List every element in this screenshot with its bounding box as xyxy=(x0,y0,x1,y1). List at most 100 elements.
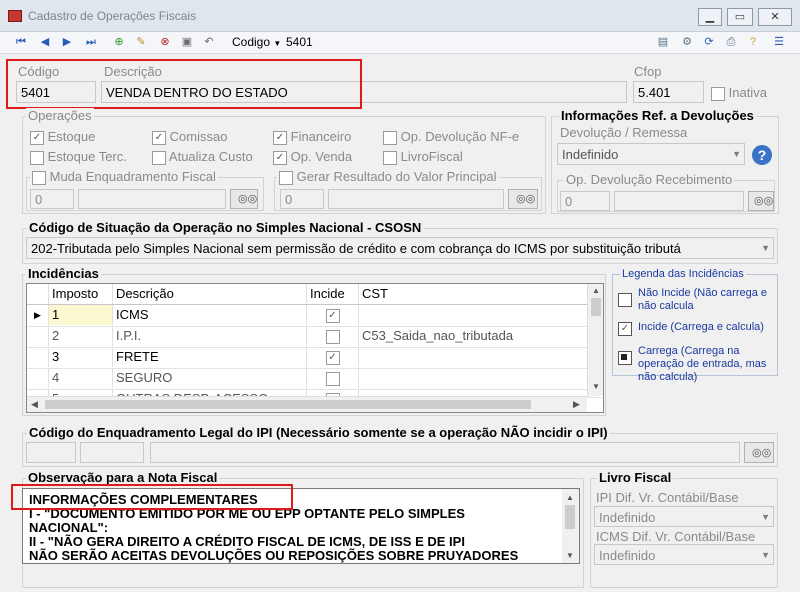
legend-nao-incide: Não Incide (Não carrega e não calcula xyxy=(638,287,768,312)
undo-icon[interactable]: ↶ xyxy=(202,35,216,49)
devolucao-remessa-combo[interactable]: Indefinido ▼ xyxy=(557,143,745,165)
table-row[interactable]: 2 I.P.I. C53_Saida_nao_tributada xyxy=(27,326,603,348)
gerar-search-button[interactable]: ◎◎ xyxy=(508,189,538,209)
cell-cst[interactable]: C53_Saida_nao_tributada xyxy=(359,326,589,346)
cell-imposto[interactable]: 1 xyxy=(49,305,113,325)
previous-record-icon[interactable]: ◀ xyxy=(38,35,52,49)
muda-desc-field[interactable] xyxy=(78,189,226,209)
checkbox-box xyxy=(618,292,632,307)
enquadramento-code-field[interactable] xyxy=(26,442,76,463)
gerar-desc-field[interactable] xyxy=(328,189,504,209)
estoque-terc-checkbox[interactable]: Estoque Terc. xyxy=(30,149,127,165)
cell-descricao[interactable]: ICMS xyxy=(113,305,307,325)
textarea-scrollbar[interactable]: ▲ ▼ xyxy=(562,489,579,563)
inativa-checkbox[interactable]: Inativa xyxy=(711,85,767,101)
livro-fiscal-checkbox[interactable]: LivroFiscal xyxy=(383,149,463,165)
enquadramento-desc-field[interactable] xyxy=(150,442,740,463)
table-row[interactable]: ▶ 1 ICMS ✓ xyxy=(27,305,603,327)
checkbox-box xyxy=(30,150,44,165)
chevron-down-icon: ▼ xyxy=(761,550,770,560)
muda-enquadramento-checkbox[interactable]: Muda Enquadramento Fiscal xyxy=(30,169,218,185)
cell-descricao[interactable]: FRETE xyxy=(113,347,307,367)
cell-cst[interactable] xyxy=(359,347,589,367)
ipi-dif-combo[interactable]: Indefinido ▼ xyxy=(594,506,774,527)
cell-incide[interactable] xyxy=(307,368,359,388)
col-incide[interactable]: Incide xyxy=(307,284,359,304)
help-icon[interactable]: ? xyxy=(752,145,772,165)
comissao-checkbox[interactable]: ✓ Comissao xyxy=(152,129,227,145)
estoque-checkbox[interactable]: ✓ Estoque xyxy=(30,129,95,145)
gerar-code-field[interactable]: 0 xyxy=(280,189,324,209)
enquadramento-sub-field[interactable] xyxy=(80,442,144,463)
atualiza-custo-checkbox[interactable]: Atualiza Custo xyxy=(152,149,253,165)
scroll-left-icon[interactable]: ◀ xyxy=(31,399,38,410)
icms-dif-label: ICMS Dif. Vr. Contábil/Base xyxy=(596,529,756,544)
legend-incide: Incide (Carrega e calcula) xyxy=(638,321,764,333)
cancel-icon[interactable]: ⊗ xyxy=(158,35,172,49)
cfop-field[interactable]: 5.401 xyxy=(633,81,704,103)
chevron-down-icon: ▼ xyxy=(273,39,282,48)
scrollbar-thumb[interactable] xyxy=(45,400,531,409)
chevron-down-icon: ▼ xyxy=(732,149,741,159)
recebimento-search-button[interactable]: ◎◎ xyxy=(748,191,774,211)
print-icon[interactable]: ⎙ xyxy=(724,35,738,49)
maximize-button[interactable]: ▭ xyxy=(727,8,753,26)
scroll-up-icon[interactable]: ▲ xyxy=(592,286,600,295)
recebimento-desc-field[interactable] xyxy=(614,191,744,211)
muda-code-field[interactable]: 0 xyxy=(30,189,74,209)
row-header xyxy=(27,368,49,388)
refresh-icon[interactable]: ⟳ xyxy=(702,35,716,49)
search-value[interactable]: 5401 xyxy=(286,35,313,49)
muda-search-button[interactable]: ◎◎ xyxy=(230,189,258,209)
menu-icon[interactable]: ☰ xyxy=(772,35,786,49)
cell-imposto[interactable]: 4 xyxy=(49,368,113,388)
op-venda-checkbox[interactable]: ✓ Op. Venda xyxy=(273,149,352,165)
csosn-combo[interactable]: 202-Tributada pelo Simples Nacional sem … xyxy=(26,237,774,259)
cell-descricao[interactable]: SEGURO xyxy=(113,368,307,388)
cell-imposto[interactable]: 2 xyxy=(49,326,113,346)
checkbox-box xyxy=(711,86,725,101)
help-icon[interactable]: ? xyxy=(746,35,760,49)
cell-incide[interactable] xyxy=(307,326,359,346)
scroll-down-icon[interactable]: ▼ xyxy=(592,382,600,391)
col-imposto[interactable]: Imposto xyxy=(49,284,113,304)
devolucao-nfe-checkbox[interactable]: Op. Devolução NF-e xyxy=(383,129,519,145)
tools-icon[interactable]: ⚙ xyxy=(680,35,694,49)
recebimento-code-field[interactable]: 0 xyxy=(560,191,610,211)
financeiro-checkbox[interactable]: ✓ Financeiro xyxy=(273,129,351,145)
checkbox-box xyxy=(152,150,166,165)
cell-descricao[interactable]: I.P.I. xyxy=(113,326,307,346)
table-row[interactable]: 3 FRETE ✓ xyxy=(27,347,603,369)
scrollbar-thumb[interactable] xyxy=(565,505,575,529)
cell-cst[interactable] xyxy=(359,368,589,388)
add-icon[interactable]: ⊕ xyxy=(112,35,126,49)
col-cst[interactable]: CST xyxy=(359,284,589,304)
scroll-up-icon[interactable]: ▲ xyxy=(566,491,574,505)
enquadramento-search-button[interactable]: ◎◎ xyxy=(744,442,774,463)
next-record-icon[interactable]: ▶ xyxy=(60,35,74,49)
vertical-scrollbar[interactable]: ▲ ▼ xyxy=(587,284,603,396)
scrollbar-thumb[interactable] xyxy=(591,298,601,316)
close-button[interactable]: ✕ xyxy=(758,8,792,26)
search-field-dropdown[interactable]: Codigo ▼ xyxy=(232,35,281,49)
minimize-button[interactable]: ▁ xyxy=(698,8,722,26)
edit-icon[interactable]: ✎ xyxy=(134,35,148,49)
devolucao-remessa-label: Devolução / Remessa xyxy=(560,125,688,140)
checkbox-box: ✓ xyxy=(273,130,287,145)
horizontal-scrollbar[interactable]: ◀ ▶ xyxy=(27,396,587,412)
save-icon[interactable]: ▣ xyxy=(180,35,194,49)
cell-incide[interactable]: ✓ xyxy=(307,305,359,325)
list-icon[interactable]: ▤ xyxy=(656,35,670,49)
observacao-line: NÃO SERÃO ACEITAS DEVOLUÇÕES OU REPOSIÇÕ… xyxy=(29,548,519,563)
cell-imposto[interactable]: 3 xyxy=(49,347,113,367)
col-descricao[interactable]: Descrição xyxy=(113,284,307,304)
table-row[interactable]: 4 SEGURO xyxy=(27,368,603,390)
cell-incide[interactable]: ✓ xyxy=(307,347,359,367)
icms-dif-combo[interactable]: Indefinido ▼ xyxy=(594,544,774,565)
scroll-down-icon[interactable]: ▼ xyxy=(566,549,574,563)
scroll-right-icon[interactable]: ▶ xyxy=(573,399,580,410)
first-record-icon[interactable]: ⏮ xyxy=(14,35,28,49)
last-record-icon[interactable]: ⏭ xyxy=(84,35,98,49)
gerar-resultado-checkbox[interactable]: Gerar Resultado do Valor Principal xyxy=(277,169,499,185)
cell-cst[interactable] xyxy=(359,305,589,325)
